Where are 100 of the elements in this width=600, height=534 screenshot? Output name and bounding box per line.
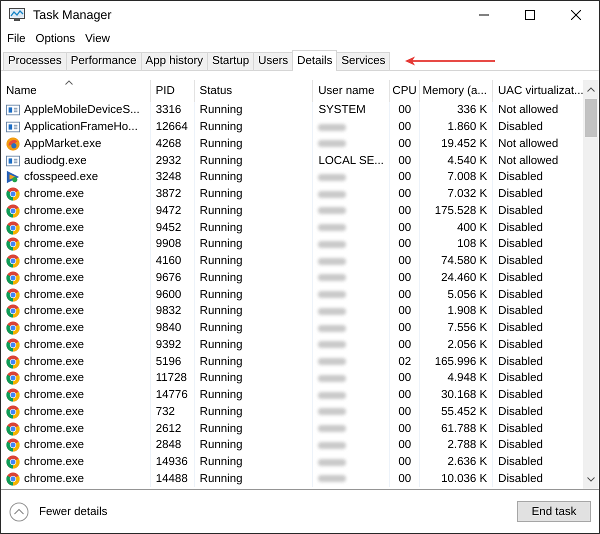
chrome-icon (6, 288, 20, 302)
menu-item[interactable]: Options (36, 32, 76, 44)
chrome-icon (6, 321, 20, 336)
column-header[interactable]: CPU (390, 80, 420, 102)
tab[interactable]: Performance (66, 52, 142, 70)
app-market-icon (6, 136, 20, 151)
app-icon (9, 8, 25, 22)
cpu-cell: 00 (398, 222, 412, 234)
uac-cell: Disabled (498, 305, 543, 318)
process-name: AppleMobileDeviceS... (24, 104, 140, 116)
chrome-icon (6, 237, 20, 252)
status-cell: Running (200, 439, 243, 452)
column-header[interactable]: UAC virtualizat... (493, 80, 583, 102)
pid-cell: 3248 (156, 171, 182, 184)
memory-cell: 7.008 K (448, 171, 488, 184)
play-icon (6, 170, 20, 184)
column-header[interactable]: Name (1, 80, 151, 102)
collapse-icon[interactable] (9, 502, 29, 522)
status-cell: Running (200, 238, 243, 250)
chrome-icon (6, 254, 20, 268)
status-cell: Running (200, 338, 243, 351)
process-name: chrome.exe (24, 356, 84, 368)
column-header[interactable]: User name (313, 80, 390, 102)
column-header[interactable]: Memory (a... (420, 80, 493, 102)
uac-cell: Disabled (498, 389, 543, 402)
cpu-cell: 00 (398, 372, 412, 384)
fewer-details-link[interactable]: Fewer details (39, 506, 108, 518)
tab[interactable]: Processes (3, 52, 67, 70)
cpu-cell: 00 (398, 272, 412, 284)
status-cell: Running (200, 372, 243, 384)
process-name: chrome.exe (24, 456, 84, 468)
chrome-icon (6, 422, 20, 436)
process-name: chrome.exe (24, 406, 84, 418)
status-cell: Running (200, 288, 243, 301)
cpu-cell: 00 (398, 305, 412, 318)
status-cell: Running (200, 121, 243, 134)
chrome-icon (6, 270, 20, 285)
tab[interactable]: Details (292, 50, 338, 71)
memory-cell: 1.908 K (448, 305, 488, 318)
status-cell: Running (200, 154, 243, 167)
uac-cell: Disabled (498, 456, 543, 468)
memory-cell: 1.860 K (448, 121, 488, 134)
memory-cell: 24.460 K (441, 272, 488, 284)
pid-cell: 9832 (156, 305, 182, 318)
column-header[interactable]: PID (150, 80, 195, 102)
memory-cell: 55.452 K (441, 406, 488, 418)
pid-cell: 9676 (156, 272, 182, 284)
pid-cell: 9908 (156, 238, 182, 250)
uac-cell: Disabled (498, 222, 543, 234)
status-cell: Running (200, 456, 243, 468)
chrome-icon (6, 338, 20, 352)
end-task-button[interactable]: End task (517, 501, 591, 522)
tab[interactable]: Startup (207, 52, 254, 70)
pid-cell: 4268 (156, 138, 182, 150)
cpu-cell: 02 (398, 356, 412, 368)
process-name: chrome.exe (24, 222, 84, 234)
process-name: audiodg.exe (24, 154, 87, 167)
pid-cell: 2848 (156, 439, 182, 452)
cpu-cell: 00 (398, 171, 412, 184)
cpu-cell: 00 (398, 322, 412, 334)
column-header[interactable]: Status (194, 80, 314, 102)
scroll-down-icon[interactable] (587, 477, 595, 482)
tab[interactable]: Users (253, 52, 294, 70)
menu-item[interactable]: File (7, 32, 26, 44)
scrollbar[interactable] (583, 80, 599, 489)
tab[interactable]: Services (336, 52, 390, 70)
chrome-icon (6, 388, 20, 402)
status-cell: Running (200, 422, 243, 435)
memory-cell: 336 K (457, 104, 488, 116)
pid-cell: 9600 (156, 288, 182, 301)
cpu-cell: 00 (398, 288, 412, 301)
status-cell: Running (200, 305, 243, 318)
process-name: cfosspeed.exe (24, 171, 98, 184)
pid-cell: 9392 (156, 338, 182, 351)
cpu-cell: 00 (398, 238, 412, 250)
scroll-thumb[interactable] (585, 99, 597, 137)
memory-cell: 2.056 K (448, 338, 488, 351)
chrome-icon (6, 354, 20, 369)
menu-item[interactable]: View (85, 32, 110, 44)
uac-cell: Disabled (498, 472, 543, 485)
uac-cell: Disabled (498, 356, 543, 368)
status-cell: Running (200, 472, 243, 485)
status-cell: Running (200, 255, 243, 268)
window-title: Task Manager (33, 8, 112, 22)
pid-cell: 9452 (156, 222, 182, 234)
chrome-icon (6, 204, 20, 218)
cpu-cell: 00 (398, 138, 412, 150)
pid-cell: 14776 (156, 389, 188, 402)
cpu-cell: 00 (398, 338, 412, 351)
status-cell: Running (200, 138, 243, 150)
uac-cell: Disabled (498, 238, 543, 250)
pid-cell: 3872 (156, 188, 182, 200)
status-cell: Running (200, 204, 243, 217)
scroll-up-icon[interactable] (587, 87, 595, 92)
pid-cell: 14936 (156, 456, 188, 468)
user-cell: SYSTEM (318, 104, 366, 116)
tab[interactable]: App history (140, 52, 208, 70)
cpu-cell: 00 (398, 154, 412, 167)
process-name: chrome.exe (24, 272, 84, 284)
status-cell: Running (200, 222, 243, 234)
